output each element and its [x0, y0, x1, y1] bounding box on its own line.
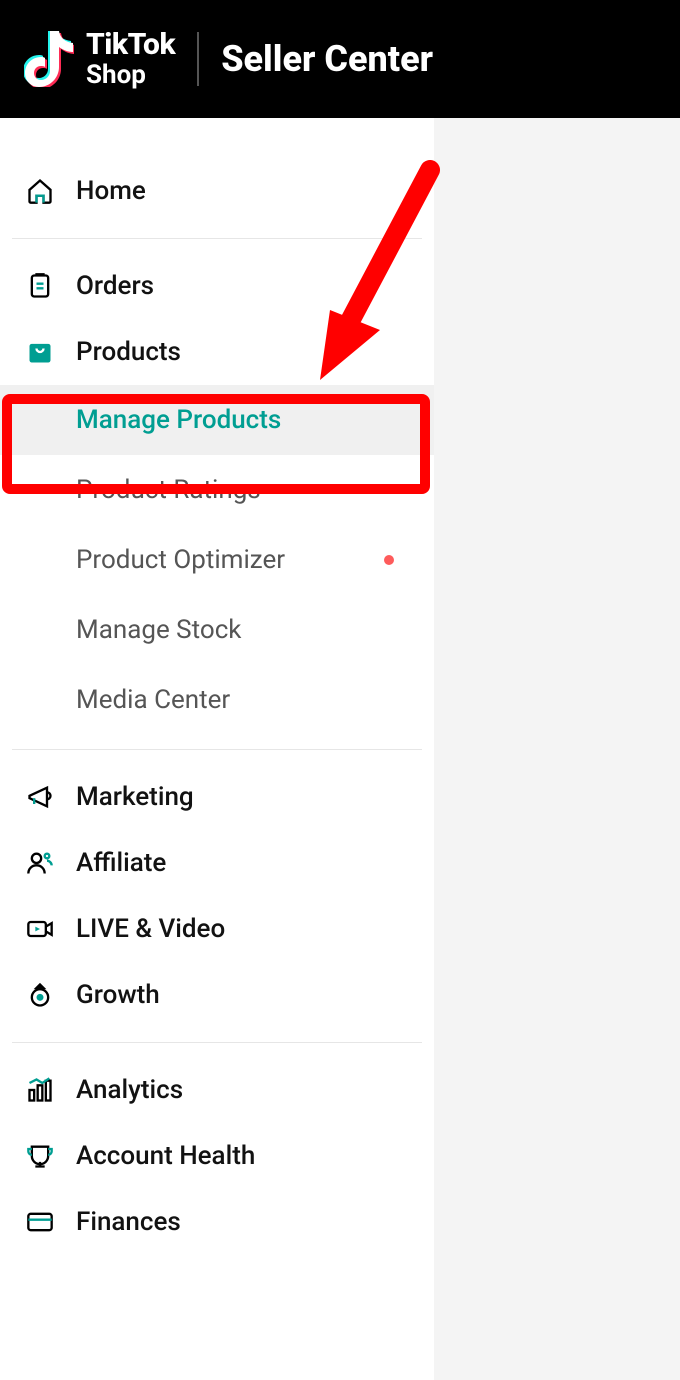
nav-affiliate[interactable]: Affiliate — [0, 830, 434, 896]
divider — [12, 1042, 422, 1043]
nav-growth[interactable]: Growth — [0, 962, 434, 1028]
products-icon — [26, 338, 54, 366]
nav-sub-label: Media Center — [76, 685, 230, 715]
main-content — [434, 118, 680, 1380]
nav-sub-label: Manage Products — [76, 405, 281, 435]
divider — [12, 749, 422, 750]
finances-icon — [26, 1208, 54, 1236]
affiliate-icon — [26, 849, 54, 877]
nav-label: Account Health — [76, 1141, 255, 1171]
tiktok-icon — [24, 31, 74, 87]
nav-manage-stock[interactable]: Manage Stock — [0, 595, 434, 665]
nav-label: Affiliate — [76, 848, 166, 878]
brand-sub-text: Shop — [86, 62, 175, 88]
nav-finances[interactable]: Finances — [0, 1189, 434, 1255]
nav-analytics[interactable]: Analytics — [0, 1057, 434, 1123]
nav-product-optimizer[interactable]: Product Optimizer — [0, 525, 434, 595]
nav-sub-label: Product Ratings — [76, 475, 261, 505]
nav-label: Orders — [76, 271, 154, 301]
nav-label: Home — [76, 176, 146, 206]
nav-label: LIVE & Video — [76, 914, 225, 944]
nav-sub-label: Manage Stock — [76, 615, 241, 645]
nav-marketing[interactable]: Marketing — [0, 764, 434, 830]
nav-product-ratings[interactable]: Product Ratings — [0, 455, 434, 525]
nav-account-health[interactable]: Account Health — [0, 1123, 434, 1189]
nav-media-center[interactable]: Media Center — [0, 665, 434, 735]
nav-orders[interactable]: Orders — [0, 253, 434, 319]
analytics-icon — [26, 1076, 54, 1104]
nav-sub-label: Product Optimizer — [76, 545, 285, 575]
nav-label: Analytics — [76, 1075, 183, 1105]
marketing-icon — [26, 783, 54, 811]
live-video-icon — [26, 915, 54, 943]
orders-icon — [26, 272, 54, 300]
nav-label: Products — [76, 337, 181, 367]
nav-label: Finances — [76, 1207, 181, 1237]
nav-label: Growth — [76, 980, 160, 1010]
sidebar: Home Orders Products Manage Products Pro… — [0, 118, 434, 1380]
account-health-icon — [26, 1142, 54, 1170]
divider — [12, 238, 422, 239]
nav-products[interactable]: Products — [0, 319, 434, 385]
nav-manage-products[interactable]: Manage Products — [0, 385, 434, 455]
nav-home[interactable]: Home — [0, 158, 434, 224]
nav-live-video[interactable]: LIVE & Video — [0, 896, 434, 962]
nav-label: Marketing — [76, 782, 194, 812]
header-divider — [197, 32, 199, 86]
home-icon — [26, 177, 54, 205]
header-title: Seller Center — [221, 38, 433, 80]
growth-icon — [26, 981, 54, 1009]
brand-text: TikTok — [86, 30, 175, 60]
header: TikTok Shop Seller Center — [0, 0, 680, 118]
tiktok-shop-logo[interactable]: TikTok Shop — [24, 30, 175, 88]
notification-dot — [384, 555, 394, 565]
